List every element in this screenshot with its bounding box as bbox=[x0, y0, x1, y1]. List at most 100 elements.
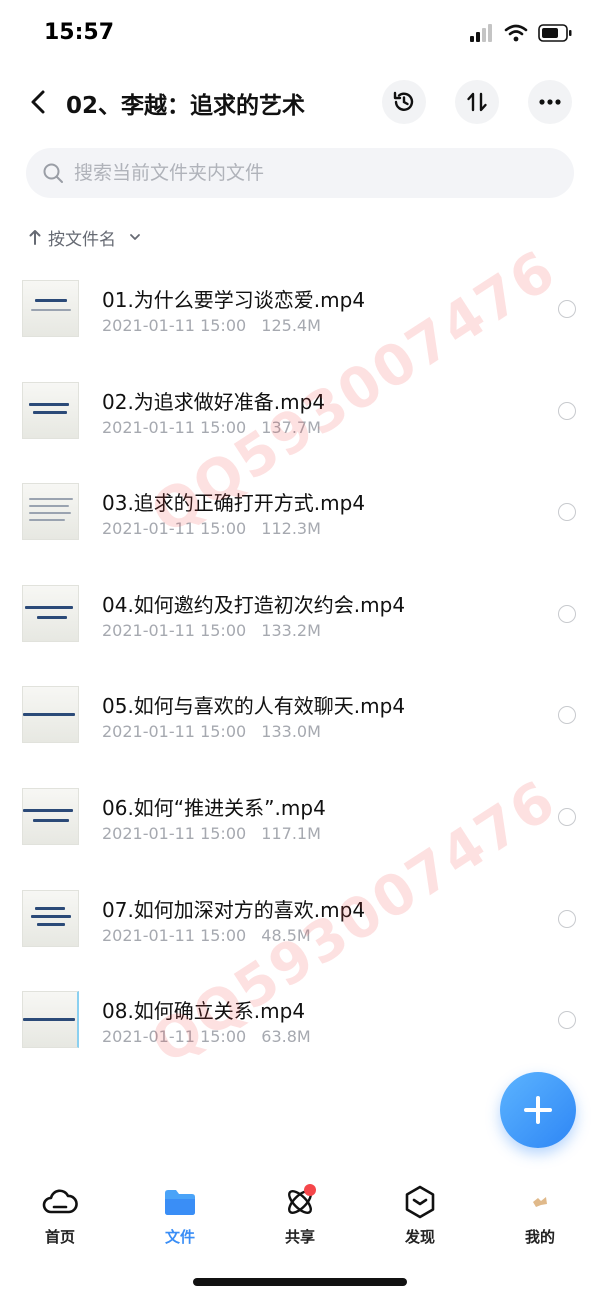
sort-toggle-button[interactable] bbox=[455, 80, 499, 124]
avatar-icon bbox=[522, 1184, 558, 1220]
file-size: 112.3M bbox=[261, 519, 321, 539]
page-title: 02、李越：追求的艺术 bbox=[66, 93, 306, 119]
list-item[interactable]: 08.如何确立关系.mp4 2021-01-11 15:00 63.8M bbox=[0, 975, 600, 1077]
back-button[interactable] bbox=[20, 84, 56, 120]
file-name: 03.追求的正确打开方式.mp4 bbox=[102, 491, 366, 516]
file-meta: 2021-01-11 15:00 133.0M bbox=[102, 722, 321, 741]
tab-label: 我的 bbox=[524, 1228, 555, 1246]
video-thumbnail bbox=[22, 787, 79, 845]
select-radio[interactable] bbox=[558, 401, 576, 420]
wifi-icon bbox=[504, 24, 528, 46]
file-name: 04.如何邀约及打造初次约会.mp4 bbox=[102, 592, 406, 617]
file-name: 07.如何加深对方的喜欢.mp4 bbox=[102, 897, 366, 922]
tab-share[interactable]: 共享 bbox=[260, 1184, 340, 1254]
tab-files[interactable]: 文件 bbox=[140, 1184, 220, 1254]
video-thumbnail bbox=[22, 381, 79, 439]
cloud-icon bbox=[42, 1184, 78, 1220]
file-date: 2021-01-11 15:00 bbox=[102, 925, 247, 945]
list-item[interactable]: 03.追求的正确打开方式.mp4 2021-01-11 15:00 112.3M bbox=[0, 467, 600, 569]
select-radio[interactable] bbox=[558, 909, 576, 928]
select-radio[interactable] bbox=[558, 807, 576, 826]
file-name: 01.为什么要学习谈恋爱.mp4 bbox=[102, 288, 366, 312]
more-button[interactable] bbox=[528, 80, 572, 124]
file-name: 08.如何确立关系.mp4 bbox=[102, 999, 306, 1024]
video-thumbnail bbox=[22, 889, 79, 947]
sort-toggle-icon bbox=[467, 92, 487, 112]
file-meta: 2021-01-11 15:00 112.3M bbox=[102, 519, 321, 538]
history-button[interactable] bbox=[382, 80, 426, 124]
add-button[interactable] bbox=[500, 1072, 576, 1148]
compass-icon bbox=[402, 1184, 438, 1220]
file-meta: 2021-01-11 15:00 133.2M bbox=[102, 621, 321, 640]
file-size: 48.5M bbox=[261, 925, 311, 945]
arrow-up-icon bbox=[29, 230, 41, 245]
battery-icon bbox=[538, 24, 572, 46]
status-icons bbox=[470, 24, 572, 46]
file-date: 2021-01-11 15:00 bbox=[102, 316, 247, 335]
file-size: 137.7M bbox=[261, 417, 321, 437]
file-date: 2021-01-11 15:00 bbox=[102, 620, 247, 640]
history-icon bbox=[393, 91, 414, 111]
video-thumbnail bbox=[22, 280, 79, 337]
file-size: 125.4M bbox=[261, 316, 321, 335]
notification-badge bbox=[304, 1184, 316, 1196]
search-icon bbox=[43, 163, 63, 183]
list-item[interactable]: 04.如何邀约及打造初次约会.mp4 2021-01-11 15:00 133.… bbox=[0, 569, 600, 671]
list-item[interactable]: 05.如何与喜欢的人有效聊天.mp4 2021-01-11 15:00 133.… bbox=[0, 670, 600, 772]
tab-label: 共享 bbox=[284, 1228, 315, 1246]
file-list: 01.为什么要学习谈恋爱.mp4 2021-01-11 15:00 125.4M… bbox=[0, 264, 600, 1077]
chevron-down-icon bbox=[130, 234, 140, 240]
file-size: 133.0M bbox=[261, 722, 321, 742]
file-date: 2021-01-11 15:00 bbox=[102, 519, 247, 539]
tab-discover[interactable]: 发现 bbox=[380, 1184, 460, 1254]
list-item[interactable]: 07.如何加深对方的喜欢.mp4 2021-01-11 15:00 48.5M bbox=[0, 874, 600, 976]
tab-label: 发现 bbox=[404, 1228, 435, 1246]
search-bar[interactable] bbox=[26, 148, 574, 198]
select-radio[interactable] bbox=[558, 1011, 576, 1030]
home-indicator[interactable] bbox=[193, 1278, 407, 1286]
video-thumbnail bbox=[22, 991, 79, 1049]
file-name: 06.如何“推进关系”.mp4 bbox=[102, 795, 326, 820]
select-radio[interactable] bbox=[558, 503, 576, 522]
file-meta: 2021-01-11 15:00 125.4M bbox=[102, 316, 321, 335]
plus-icon bbox=[524, 1096, 552, 1124]
list-item[interactable]: 02.为追求做好准备.mp4 2021-01-11 15:00 137.7M bbox=[0, 366, 600, 468]
file-meta: 2021-01-11 15:00 117.1M bbox=[102, 824, 321, 843]
list-item[interactable]: 06.如何“推进关系”.mp4 2021-01-11 15:00 117.1M bbox=[0, 772, 600, 874]
select-radio[interactable] bbox=[558, 706, 576, 725]
list-item[interactable]: 01.为什么要学习谈恋爱.mp4 2021-01-11 15:00 125.4M bbox=[0, 264, 600, 366]
atom-icon bbox=[282, 1184, 318, 1220]
tab-label: 首页 bbox=[44, 1228, 75, 1246]
file-date: 2021-01-11 15:00 bbox=[102, 722, 247, 742]
folder-icon bbox=[162, 1184, 198, 1220]
signal-icon bbox=[470, 24, 494, 46]
more-icon bbox=[539, 99, 561, 105]
file-date: 2021-01-11 15:00 bbox=[102, 823, 247, 843]
nav-bar: 02、李越：追求的艺术 bbox=[0, 74, 600, 130]
status-time: 15:57 bbox=[44, 20, 115, 45]
file-meta: 2021-01-11 15:00 48.5M bbox=[102, 926, 311, 945]
file-meta: 2021-01-11 15:00 63.8M bbox=[102, 1027, 311, 1046]
select-radio[interactable] bbox=[558, 604, 576, 623]
file-size: 133.2M bbox=[261, 620, 321, 640]
video-thumbnail bbox=[22, 483, 79, 541]
file-name: 02.为追求做好准备.mp4 bbox=[102, 389, 326, 414]
tab-bar: 首页 文件 共享 发现 我的 bbox=[0, 1176, 600, 1256]
select-radio[interactable] bbox=[558, 300, 576, 318]
file-size: 117.1M bbox=[261, 823, 321, 843]
chevron-left-icon bbox=[31, 90, 45, 114]
search-input[interactable] bbox=[74, 162, 534, 184]
status-bar: 15:57 bbox=[0, 0, 600, 70]
tab-mine[interactable]: 我的 bbox=[500, 1184, 580, 1254]
video-thumbnail bbox=[22, 686, 79, 744]
sort-label: 按文件名 bbox=[48, 229, 116, 250]
file-meta: 2021-01-11 15:00 137.7M bbox=[102, 418, 321, 437]
tab-home[interactable]: 首页 bbox=[20, 1184, 100, 1254]
file-date: 2021-01-11 15:00 bbox=[102, 1027, 247, 1047]
file-date: 2021-01-11 15:00 bbox=[102, 417, 247, 437]
tab-label: 文件 bbox=[164, 1228, 195, 1246]
sort-selector[interactable]: 按文件名 bbox=[28, 222, 142, 252]
file-size: 63.8M bbox=[261, 1027, 311, 1047]
video-thumbnail bbox=[22, 584, 79, 642]
file-name: 05.如何与喜欢的人有效聊天.mp4 bbox=[102, 694, 406, 719]
